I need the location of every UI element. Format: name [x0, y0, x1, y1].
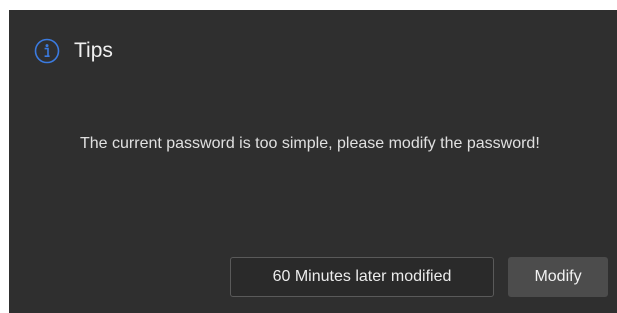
- dialog-header: Tips: [34, 38, 113, 64]
- password-tips-dialog: Tips The current password is too simple,…: [9, 10, 617, 313]
- dialog-message: The current password is too simple, plea…: [80, 135, 540, 152]
- modify-button[interactable]: Modify: [508, 257, 608, 297]
- remind-later-button[interactable]: 60 Minutes later modified: [230, 257, 494, 297]
- dialog-title: Tips: [74, 39, 113, 62]
- info-icon: [34, 38, 60, 64]
- dialog-footer: 60 Minutes later modified Modify: [230, 257, 608, 297]
